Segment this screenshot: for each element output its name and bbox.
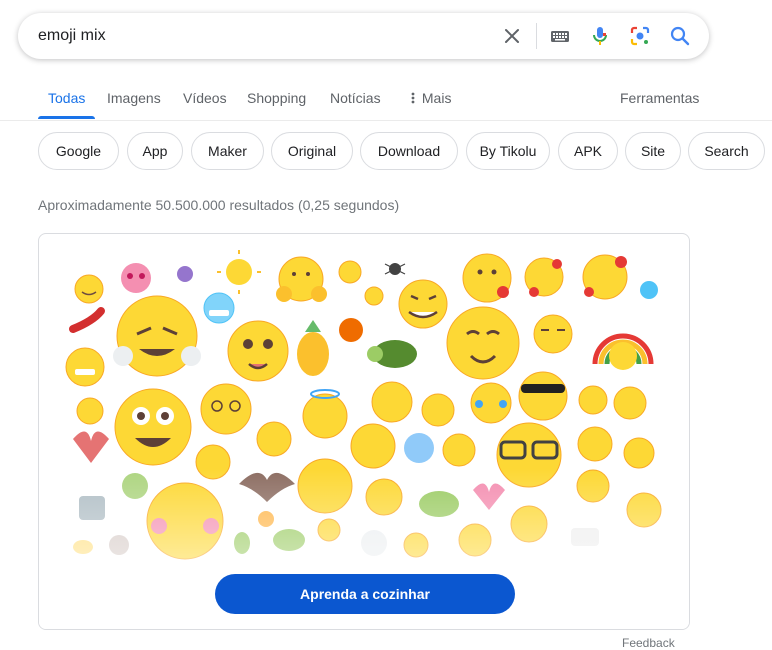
pleading-face-emoji-2	[458, 523, 492, 557]
sweat-face-emoji	[442, 433, 476, 467]
emoji-kitchen-card: Aprenda a cozinhar	[38, 233, 690, 630]
search-input[interactable]: emoji mix	[38, 27, 106, 45]
pineapple-emoji	[297, 320, 329, 376]
emoji-collage	[65, 250, 662, 560]
turtle-emoji-3	[273, 529, 305, 551]
cold-face-emoji	[640, 281, 658, 299]
chip-site[interactable]: Site	[625, 132, 681, 170]
coffee-emoji	[571, 528, 599, 546]
clear-icon[interactable]	[500, 24, 524, 48]
cold-grin-emoji	[203, 292, 235, 324]
turtle-emoji-2	[419, 491, 459, 517]
more-dots-icon	[411, 92, 415, 104]
tab-mais[interactable]: Mais	[408, 90, 451, 106]
grimace-small-emoji	[76, 397, 104, 425]
bat-emoji	[239, 472, 295, 502]
wink-face-emoji	[297, 458, 353, 514]
tab-todas[interactable]: Todas	[48, 90, 85, 106]
relieved-face-emoji	[365, 478, 403, 516]
crystal-ball-emoji	[177, 266, 193, 282]
sleepy-face-emoji	[623, 437, 655, 469]
smiling-face-emoji-large	[146, 482, 224, 560]
crying-face-emoji	[421, 393, 455, 427]
nauseated-face-emoji	[122, 473, 148, 499]
halo-grin-emoji	[302, 389, 348, 439]
rofl-face-emoji	[350, 423, 396, 469]
grimace-face-emoji	[65, 347, 105, 387]
tab-videos[interactable]: Vídeos	[183, 90, 227, 106]
smile-face-emoji	[613, 386, 647, 420]
kiss-face-emoji	[317, 518, 341, 542]
hearts-face-emoji	[524, 257, 564, 297]
tab-noticias[interactable]: Notícias	[330, 90, 381, 106]
halo-face-emoji	[364, 286, 384, 306]
search-divider	[536, 23, 537, 49]
avocado-emoji	[234, 532, 250, 554]
turtle-emoji	[367, 340, 417, 368]
sunglasses-face-emoji	[518, 371, 568, 421]
heart-ghost-emoji	[73, 431, 109, 463]
chip-download[interactable]: Download	[360, 132, 458, 170]
blush-face-emoji	[576, 469, 610, 503]
smirk-face-emoji-2	[533, 314, 573, 354]
smile-face-emoji-2	[403, 532, 429, 558]
chip-original[interactable]: Original	[271, 132, 353, 170]
tiger-emoji	[258, 511, 274, 527]
heart-emoji	[473, 483, 505, 510]
keyboard-icon[interactable]	[548, 24, 572, 48]
pleading-face-emoji	[227, 320, 289, 382]
thinking-face-emoji	[578, 385, 608, 415]
active-tab-indicator	[38, 116, 95, 119]
result-stats: Aproximadamente 50.500.000 resultados (0…	[38, 197, 400, 213]
feedback-link[interactable]: Feedback	[622, 636, 675, 650]
grin-face-emoji	[339, 318, 363, 342]
shock-face-emoji	[195, 444, 231, 480]
dizzy-face-emoji	[200, 383, 252, 435]
microphone-icon[interactable]	[588, 24, 612, 48]
search-tabs: Todas Imagens Vídeos Shopping Notícias M…	[0, 78, 772, 121]
sun-face-emoji	[217, 250, 261, 294]
learn-to-cook-button[interactable]: Aprenda a cozinhar	[215, 574, 515, 614]
chip-app[interactable]: App	[127, 132, 183, 170]
hugging-face-emoji	[276, 256, 327, 302]
smiling-face-emoji	[446, 306, 520, 380]
blossom-face-emoji	[510, 505, 548, 543]
cold-sweat-emoji	[404, 433, 434, 463]
robot-emoji	[79, 496, 105, 520]
chip-maker[interactable]: Maker	[191, 132, 264, 170]
rainbow-face-emoji	[592, 333, 654, 370]
chip-google[interactable]: Google	[38, 132, 119, 170]
big-grin-emoji	[114, 388, 192, 466]
chip-search[interactable]: Search	[688, 132, 765, 170]
search-icon[interactable]	[668, 24, 692, 48]
dog-emoji	[109, 535, 129, 555]
grinning-face-emoji	[338, 260, 362, 284]
hot-pepper-emoji	[69, 307, 105, 333]
smirk-face-emoji	[74, 274, 104, 304]
nerd-face-emoji	[496, 422, 562, 488]
tab-shopping[interactable]: Shopping	[247, 90, 306, 106]
grimace-face-emoji-2	[577, 426, 613, 462]
chip-by-tikolu[interactable]: By Tikolu	[466, 132, 550, 170]
tab-mais-label: Mais	[421, 90, 452, 106]
kissing-heart-emoji	[462, 253, 512, 303]
squint-face-emoji	[371, 381, 413, 423]
dog-face-emoji	[361, 530, 387, 556]
heart-eyes-cat-emoji	[121, 263, 151, 293]
tab-imagens[interactable]: Imagens	[107, 90, 161, 106]
bird-emoji	[73, 540, 93, 554]
spider-emoji	[384, 263, 406, 275]
search-bar[interactable]: emoji mix	[18, 13, 709, 59]
laughing-tears-emoji	[470, 382, 512, 424]
steam-nose-emoji	[113, 295, 201, 377]
heart-eyes-face-emoji	[582, 254, 628, 300]
lens-icon[interactable]	[628, 24, 652, 48]
tools-button[interactable]: Ferramentas	[620, 90, 699, 106]
smirk-grin-emoji	[398, 279, 448, 329]
kissing-face-emoji	[256, 421, 292, 457]
chip-apk[interactable]: APK	[558, 132, 618, 170]
grin-face-emoji-3	[626, 492, 662, 528]
